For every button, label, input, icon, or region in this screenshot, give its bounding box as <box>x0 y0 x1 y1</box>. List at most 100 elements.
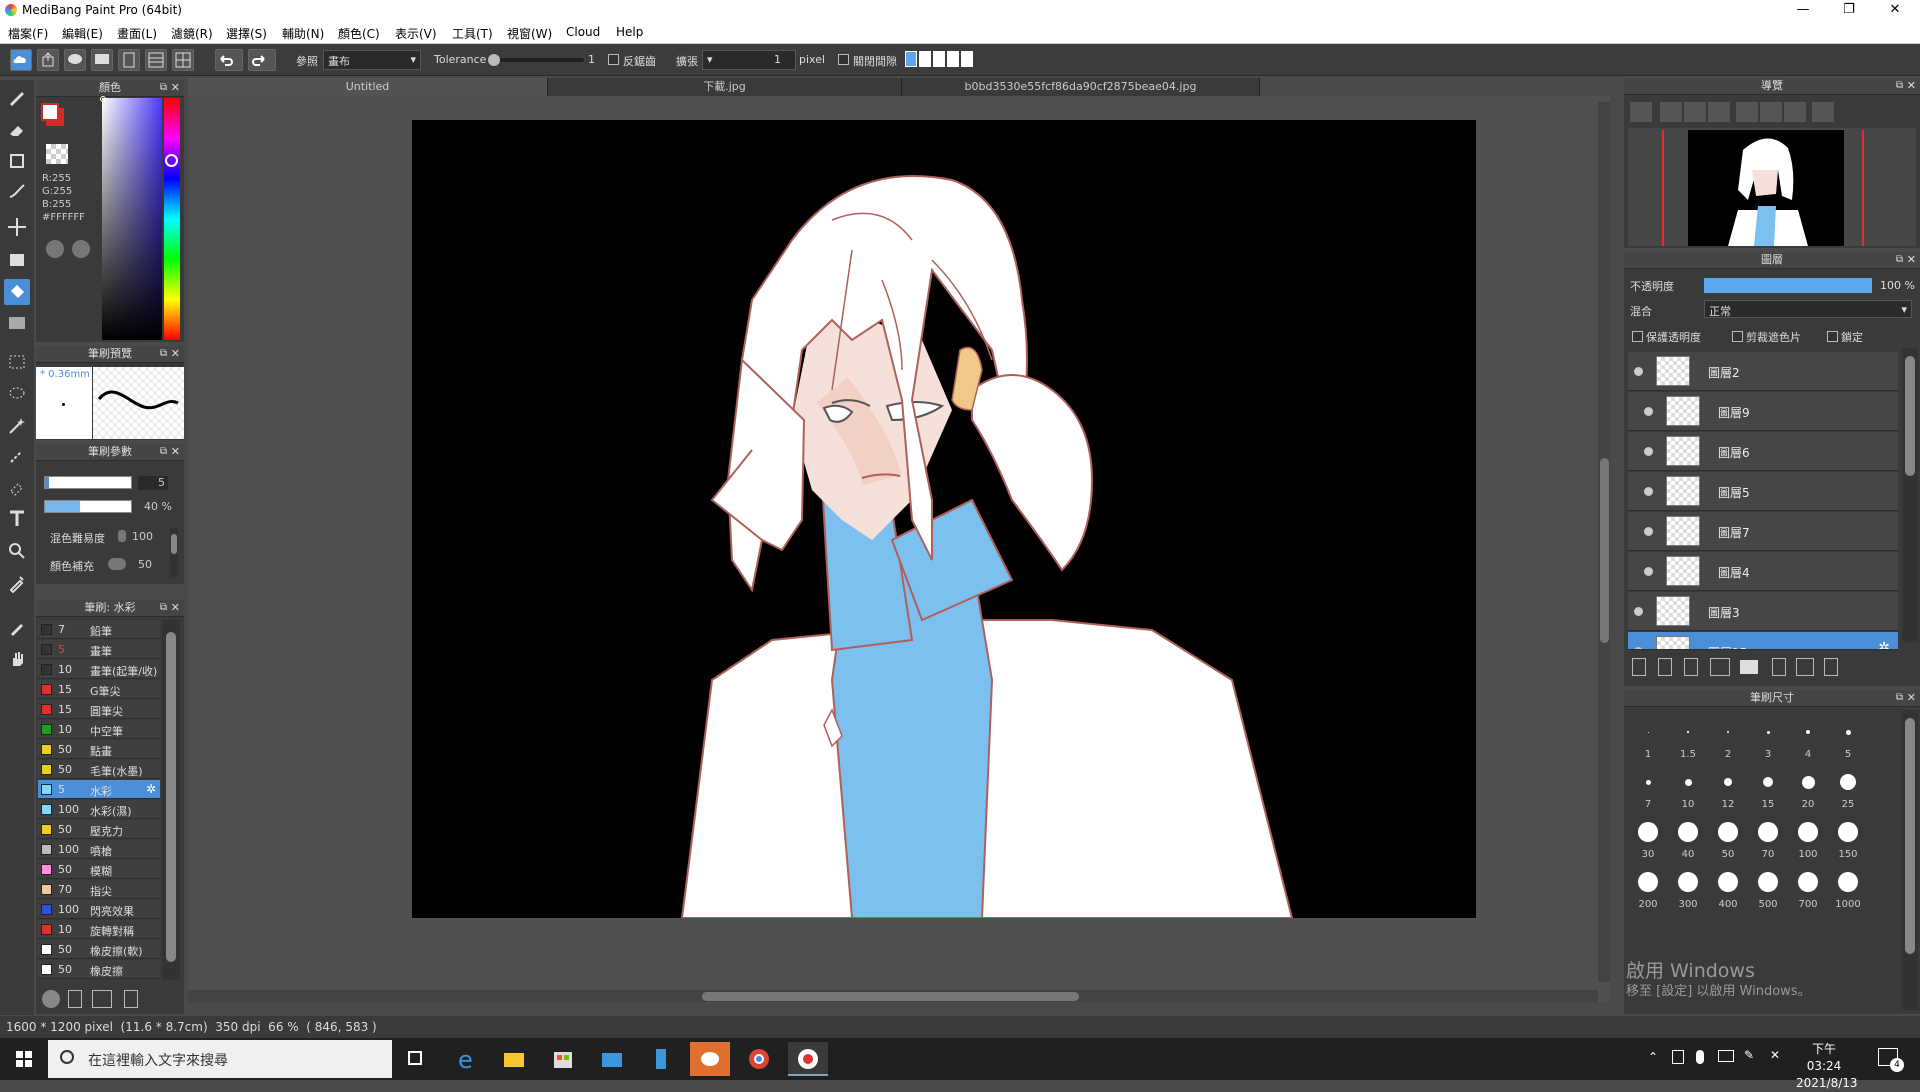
brush-size-option[interactable]: 300 <box>1669 862 1707 910</box>
text-tool-icon[interactable] <box>4 506 30 532</box>
menu-assist[interactable]: 輔助(N) <box>282 25 324 42</box>
layers-scrollbar[interactable] <box>1902 348 1918 642</box>
brush-size-option[interactable]: 70 <box>1749 812 1787 860</box>
brush-size-option[interactable]: 25 <box>1829 762 1867 810</box>
pen-tool-icon[interactable] <box>4 614 30 640</box>
brush-size-option[interactable]: 30 <box>1629 812 1667 860</box>
volume-muted-icon[interactable]: ✕ <box>1770 1048 1780 1062</box>
brush-item[interactable]: 50 橡皮擦(軟) <box>38 940 160 959</box>
panel-layout-icon[interactable] <box>145 49 167 71</box>
vertical-scrollbar-thumb[interactable] <box>1600 458 1609 643</box>
layer-opacity-slider[interactable] <box>1704 278 1872 293</box>
close-icon[interactable]: ✕ <box>1907 252 1916 268</box>
brush-size-option[interactable]: 200 <box>1629 862 1667 910</box>
visibility-eye-icon[interactable] <box>1644 407 1653 416</box>
primary-color-swatch[interactable] <box>41 103 59 121</box>
brush-size-slider[interactable] <box>44 476 132 489</box>
brush-size-option[interactable]: 1.5 <box>1669 712 1707 760</box>
tab-download[interactable]: 下載.jpg <box>548 78 902 96</box>
brush-size-option[interactable]: 15 <box>1749 762 1787 810</box>
microphone-icon[interactable] <box>1696 1050 1704 1064</box>
close-icon[interactable]: ✕ <box>1907 78 1916 94</box>
clock[interactable]: 下午 03:24 2021/8/13 <box>1796 1041 1858 1092</box>
brush-item[interactable]: 7 鉛筆 <box>38 620 160 639</box>
speech-bubble-icon[interactable] <box>64 49 86 71</box>
delete-layer-icon[interactable] <box>1824 658 1838 676</box>
brush-opacity-slider[interactable] <box>44 500 132 513</box>
layer-row[interactable]: 圖層5 <box>1628 472 1898 511</box>
brush-size-option[interactable]: 4 <box>1789 712 1827 760</box>
network-icon[interactable] <box>1718 1050 1734 1062</box>
menu-select[interactable]: 選擇(S) <box>226 25 267 42</box>
operation-tool-icon[interactable] <box>4 538 30 564</box>
brush-item[interactable]: 10 旋轉對稱 <box>38 920 160 939</box>
reference-dropdown[interactable]: 畫布 ▾ <box>323 50 421 70</box>
brush-size-option[interactable]: 7 <box>1629 762 1667 810</box>
menu-page[interactable]: 畫面(L) <box>117 25 157 42</box>
rotate-right-icon[interactable] <box>1784 102 1806 122</box>
task-view-icon[interactable] <box>396 1042 436 1076</box>
gap-level-selector[interactable] <box>905 51 981 69</box>
brush-size-option[interactable]: 12 <box>1709 762 1747 810</box>
brush-size-scrollbar-thumb[interactable] <box>1905 718 1915 954</box>
brush-item[interactable]: 50 點畫 <box>38 740 160 759</box>
reset-view-icon[interactable] <box>1760 102 1782 122</box>
discord-icon[interactable] <box>690 1042 730 1076</box>
visibility-eye-icon[interactable] <box>1644 527 1653 536</box>
layer-settings-gear-icon[interactable]: ✲ <box>1878 640 1890 649</box>
antialias-checkbox[interactable] <box>608 54 619 65</box>
visibility-eye-icon[interactable] <box>1634 367 1643 376</box>
merge-layer-icon[interactable] <box>1796 658 1814 676</box>
line-tool-icon[interactable] <box>4 178 30 204</box>
layer-row[interactable]: 圖層2 <box>1628 352 1898 391</box>
saturation-value-picker[interactable] <box>100 96 162 340</box>
show-hidden-icons-icon[interactable]: ⌃ <box>1648 1050 1658 1064</box>
rotate-left-icon[interactable] <box>1736 102 1758 122</box>
brush-list-scrollbar[interactable] <box>162 620 180 980</box>
layer-row[interactable]: 圖層7 <box>1628 512 1898 551</box>
magic-wand-tool-icon[interactable] <box>4 413 30 439</box>
menu-help[interactable]: Help <box>616 25 643 39</box>
layer-row[interactable]: 圖層6 <box>1628 432 1898 471</box>
tolerance-slider-handle[interactable] <box>488 54 500 66</box>
lock-checkbox[interactable] <box>1827 331 1838 342</box>
zoom-in-icon[interactable] <box>1630 102 1652 122</box>
move-tool-icon[interactable] <box>4 214 30 240</box>
visibility-eye-icon[interactable] <box>1634 647 1643 649</box>
menu-tool[interactable]: 工具(T) <box>452 25 493 42</box>
add-layer-menu-icon[interactable] <box>1710 658 1730 676</box>
file-explorer-icon[interactable] <box>494 1042 534 1076</box>
gradient-tool-icon[interactable] <box>4 310 30 336</box>
flip-icon[interactable] <box>1812 102 1834 122</box>
brush-item[interactable]: 50 壓克力 <box>38 820 160 839</box>
add-brush-icon[interactable] <box>68 990 82 1008</box>
popout-icon[interactable]: ⧉ <box>1896 690 1903 706</box>
popout-icon[interactable]: ⧉ <box>160 600 167 616</box>
vertical-scrollbar[interactable] <box>1598 102 1610 982</box>
edge-browser-icon[interactable]: e <box>446 1042 486 1076</box>
menu-view[interactable]: 表示(V) <box>395 25 437 42</box>
select-eraser-tool-icon[interactable] <box>4 474 30 500</box>
gear-icon[interactable]: ✲ <box>146 782 156 796</box>
brush-list-scrollbar-thumb[interactable] <box>166 632 176 962</box>
brush-item[interactable]: 100 噴槍 <box>38 840 160 859</box>
brush-size-option[interactable]: 150 <box>1829 812 1867 860</box>
select-rect-tool-icon[interactable] <box>4 349 30 375</box>
undo-icon[interactable] <box>215 49 243 71</box>
protect-alpha-checkbox[interactable] <box>1632 331 1643 342</box>
brush-size-option[interactable]: 3 <box>1749 712 1787 760</box>
brush-size-option[interactable]: 40 <box>1669 812 1707 860</box>
brush-size-option[interactable]: 1 <box>1629 712 1667 760</box>
menu-filter[interactable]: 濾鏡(R) <box>171 25 213 42</box>
drawing-canvas[interactable] <box>412 120 1476 918</box>
visibility-eye-icon[interactable] <box>1644 567 1653 576</box>
brush-item[interactable]: 10 中空筆 <box>38 720 160 739</box>
brush-menu-icon[interactable] <box>92 990 112 1008</box>
eraser-tool-icon[interactable] <box>4 116 30 142</box>
gap-level-4[interactable] <box>947 51 959 67</box>
fill-rect-tool-icon[interactable] <box>4 247 30 273</box>
palette-icon[interactable] <box>46 240 64 258</box>
share-icon[interactable] <box>37 49 59 71</box>
close-icon[interactable]: ✕ <box>171 444 180 460</box>
gap-level-2[interactable] <box>919 51 931 67</box>
